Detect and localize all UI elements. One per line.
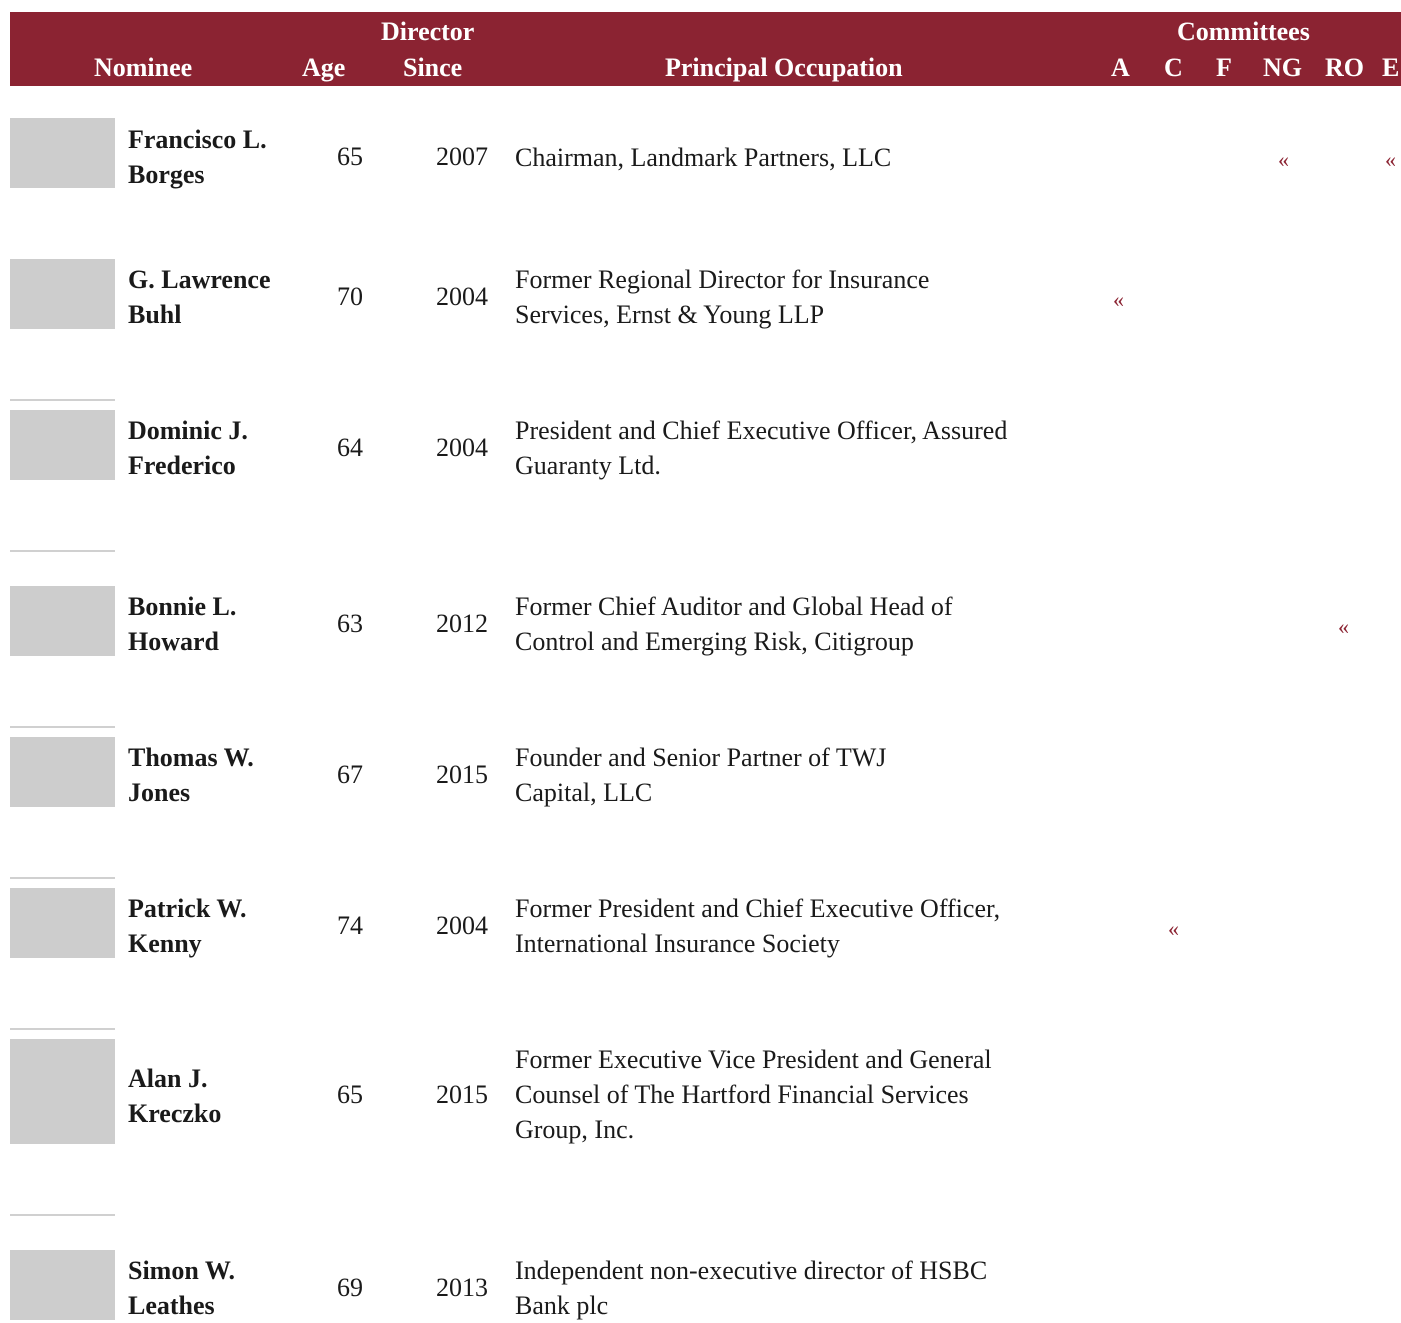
name-line: Francisco L. — [128, 125, 267, 154]
nominee-photo — [10, 118, 115, 188]
name-line: Howard — [128, 627, 219, 656]
chair-mark-ng: « — [1278, 147, 1289, 172]
occupation-line: International Insurance Society — [515, 929, 840, 958]
principal-occupation: Former Chief Auditor and Global Head of … — [515, 589, 1095, 659]
name-line: Bonnie L. — [128, 592, 237, 621]
occupation-line: Former Chief Auditor and Global Head of — [515, 592, 953, 621]
nominee-photo — [10, 888, 115, 958]
name-line: Thomas W. — [128, 743, 254, 772]
occupation-line: Former Executive Vice President and Gene… — [515, 1045, 992, 1074]
nominee-name: Francisco L. Borges — [128, 122, 308, 192]
director-since: 2012 — [436, 609, 488, 638]
nominee-age: 67 — [337, 760, 363, 789]
nominee-name: Thomas W. Jones — [128, 740, 308, 810]
committee-c-header: C — [1164, 53, 1183, 82]
nominee-photo — [10, 1039, 115, 1144]
divider — [10, 1028, 115, 1030]
nominee-age: 69 — [337, 1273, 363, 1302]
nominee-photo — [10, 259, 115, 329]
nominee-name: Dominic J. Frederico — [128, 413, 308, 483]
divider — [10, 877, 115, 879]
occupation-line: Control and Emerging Risk, Citigroup — [515, 627, 914, 656]
occupation-line: President and Chief Executive Officer, A… — [515, 416, 1008, 445]
nominee-photo — [10, 410, 115, 480]
director-since: 2015 — [436, 1080, 488, 1109]
principal-occupation: Former President and Chief Executive Off… — [515, 891, 1095, 961]
nominee-name: Simon W. Leathes — [128, 1253, 308, 1323]
divider — [10, 550, 115, 552]
director-since: 2013 — [436, 1273, 488, 1302]
occupation-line: Group, Inc. — [515, 1115, 635, 1144]
name-line: Patrick W. — [128, 894, 247, 923]
committees-column-header: Committees — [1177, 17, 1310, 46]
nominee-age: 64 — [337, 433, 363, 462]
chair-mark-ro: « — [1338, 614, 1349, 639]
occupation-line: Chairman, Landmark Partners, LLC — [515, 143, 892, 172]
principal-occupation: Former Executive Vice President and Gene… — [515, 1042, 1095, 1147]
nominee-age: 65 — [337, 1080, 363, 1109]
name-line: Frederico — [128, 451, 236, 480]
age-column-header: Age — [302, 53, 346, 82]
nominee-name: G. Lawrence Buhl — [128, 262, 308, 332]
name-line: G. Lawrence — [128, 265, 271, 294]
name-line: Jones — [128, 778, 191, 807]
nominee-column-header: Nominee — [94, 53, 193, 82]
since-column-header: Since — [403, 53, 463, 82]
nominee-name: Bonnie L. Howard — [128, 589, 308, 659]
principal-occupation: Chairman, Landmark Partners, LLC — [515, 140, 1095, 175]
principal-occupation: Founder and Senior Partner of TWJ Capita… — [515, 740, 1095, 810]
nominee-age: 70 — [337, 282, 363, 311]
committee-ro-header: RO — [1325, 53, 1364, 82]
name-line: Borges — [128, 160, 205, 189]
director-since: 2015 — [436, 760, 488, 789]
occupation-line: Services, Ernst & Young LLP — [515, 300, 825, 329]
divider — [10, 399, 115, 401]
occupation-line: Founder and Senior Partner of TWJ — [515, 743, 887, 772]
nominee-photo — [10, 1250, 115, 1320]
name-line: Simon W. — [128, 1256, 235, 1285]
nominee-name: Patrick W. Kenny — [128, 891, 308, 961]
chair-mark-c: « — [1168, 916, 1179, 941]
committee-a-header: A — [1111, 53, 1130, 82]
occupation-line: Guaranty Ltd. — [515, 451, 661, 480]
occupation-line: Bank plc — [515, 1291, 609, 1320]
occupation-line: Former President and Chief Executive Off… — [515, 894, 1001, 923]
chair-mark-e: « — [1385, 147, 1396, 172]
principal-occupation: Independent non-executive director of HS… — [515, 1253, 1095, 1323]
nominee-age: 63 — [337, 609, 363, 638]
occupation-line: Independent non-executive director of HS… — [515, 1256, 988, 1285]
nominee-photo — [10, 586, 115, 656]
principal-occupation: President and Chief Executive Officer, A… — [515, 413, 1095, 483]
name-line: Kenny — [128, 929, 202, 958]
occupation-column-header: Principal Occupation — [665, 53, 903, 82]
name-line: Leathes — [128, 1291, 215, 1320]
occupation-line: Capital, LLC — [515, 778, 653, 807]
committee-f-header: F — [1216, 53, 1232, 82]
occupation-line: Former Regional Director for Insurance — [515, 265, 930, 294]
director-since: 2004 — [436, 911, 488, 940]
nominee-age: 65 — [337, 142, 363, 171]
occupation-line: Counsel of The Hartford Financial Servic… — [515, 1080, 969, 1109]
chair-mark-a: « — [1113, 287, 1124, 312]
director-since: 2007 — [436, 142, 488, 171]
committee-e-header: E — [1382, 53, 1400, 82]
name-line: Alan J. — [128, 1064, 208, 1093]
divider — [10, 726, 115, 728]
name-line: Buhl — [128, 300, 182, 329]
divider — [10, 1214, 115, 1216]
director-column-header: Director — [381, 17, 475, 46]
name-line: Kreczko — [128, 1099, 222, 1128]
committee-ng-header: NG — [1263, 53, 1302, 82]
nominee-name: Alan J. Kreczko — [128, 1061, 308, 1131]
nominee-age: 74 — [337, 911, 363, 940]
table-header: Nominee Age Director Since Principal Occ… — [10, 12, 1401, 86]
name-line: Dominic J. — [128, 416, 248, 445]
director-since: 2004 — [436, 282, 488, 311]
director-since: 2004 — [436, 433, 488, 462]
principal-occupation: Former Regional Director for Insurance S… — [515, 262, 1095, 332]
nominee-photo — [10, 737, 115, 807]
